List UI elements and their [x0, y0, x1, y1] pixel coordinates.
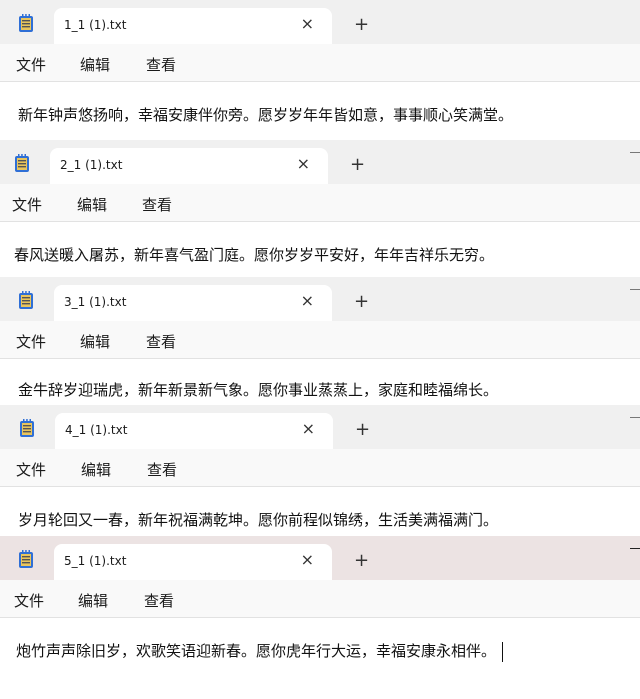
menu-edit[interactable]: 编辑 [80, 54, 110, 75]
notepad-icon [18, 291, 34, 309]
new-tab-plus-icon[interactable]: + [350, 154, 365, 176]
text-caret [502, 641, 504, 662]
tab-active[interactable]: 3_1 (1).txt × [54, 285, 332, 321]
menu-view[interactable]: 查看 [146, 331, 176, 352]
title-bar: 2_1 (1).txt × + [0, 140, 640, 184]
text-editor[interactable]: 新年钟声悠扬响，幸福安康伴你旁。愿岁岁年年皆如意，事事顺心笑满堂。 [0, 82, 640, 140]
menu-edit[interactable]: 编辑 [77, 194, 107, 215]
tab-active[interactable]: 1_1 (1).txt × [54, 8, 332, 44]
menu-file[interactable]: 文件 [14, 590, 44, 611]
new-tab-plus-icon[interactable]: + [354, 291, 369, 313]
menu-edit[interactable]: 编辑 [80, 331, 110, 352]
tab-title: 3_1 (1).txt [64, 295, 127, 309]
notepad-icon [18, 550, 34, 568]
menu-bar: 文件 编辑 查看 [0, 184, 640, 222]
menu-bar: 文件 编辑 查看 [0, 449, 640, 487]
notepad-window-1: 1_1 (1).txt × + 文件 编辑 查看 新年钟声悠扬响，幸福安康伴你旁… [0, 0, 640, 140]
editor-content: 岁月轮回又一春，新年祝福满乾坤。愿你前程似锦绣，生活美满福满门。 [18, 511, 499, 529]
tab-title: 4_1 (1).txt [65, 423, 128, 437]
tab-title: 2_1 (1).txt [60, 158, 123, 172]
text-editor[interactable]: 金牛辞岁迎瑞虎，新年新景新气象。愿你事业蒸蒸上，家庭和睦福绵长。 [0, 359, 640, 405]
notepad-icon [19, 419, 35, 437]
menu-view[interactable]: 查看 [146, 54, 176, 75]
menu-file[interactable]: 文件 [16, 459, 46, 480]
tab-title: 1_1 (1).txt [64, 18, 127, 32]
window-edge [630, 417, 640, 418]
title-bar: 3_1 (1).txt × + [0, 277, 640, 321]
close-icon[interactable]: × [301, 12, 314, 36]
window-edge [630, 152, 640, 153]
editor-content: 金牛辞岁迎瑞虎，新年新景新气象。愿你事业蒸蒸上，家庭和睦福绵长。 [18, 381, 499, 399]
tab-active[interactable]: 2_1 (1).txt × [50, 148, 328, 184]
title-bar: 1_1 (1).txt × + [0, 0, 640, 44]
menu-file[interactable]: 文件 [12, 194, 42, 215]
title-bar: 4_1 (1).txt × + [0, 405, 640, 449]
close-icon[interactable]: × [302, 417, 315, 441]
notepad-icon [14, 154, 30, 172]
notepad-icon [18, 14, 34, 32]
text-editor[interactable]: 炮竹声声除旧岁，欢歌笑语迎新春。愿你虎年行大运，幸福安康永相伴。 [0, 618, 640, 699]
new-tab-plus-icon[interactable]: + [355, 419, 370, 441]
tab-title: 5_1 (1).txt [64, 554, 127, 568]
menu-view[interactable]: 查看 [144, 590, 174, 611]
menu-view[interactable]: 查看 [142, 194, 172, 215]
window-edge [630, 548, 640, 549]
text-editor[interactable]: 岁月轮回又一春，新年祝福满乾坤。愿你前程似锦绣，生活美满福满门。 [0, 487, 640, 536]
close-icon[interactable]: × [297, 152, 310, 176]
notepad-window-4: 4_1 (1).txt × + 文件 编辑 查看 岁月轮回又一春，新年祝福满乾坤… [0, 405, 640, 536]
menu-file[interactable]: 文件 [16, 331, 46, 352]
text-editor[interactable]: 春风送暖入屠苏，新年喜气盈门庭。愿你岁岁平安好，年年吉祥乐无穷。 [0, 222, 640, 277]
menu-file[interactable]: 文件 [16, 54, 46, 75]
notepad-window-2: 2_1 (1).txt × + 文件 编辑 查看 春风送暖入屠苏，新年喜气盈门庭… [0, 140, 640, 277]
notepad-window-3: 3_1 (1).txt × + 文件 编辑 查看 金牛辞岁迎瑞虎，新年新景新气象… [0, 277, 640, 405]
window-edge [630, 289, 640, 290]
editor-content: 炮竹声声除旧岁，欢歌笑语迎新春。愿你虎年行大运，幸福安康永相伴。 [16, 640, 504, 662]
tab-active[interactable]: 4_1 (1).txt × [55, 413, 333, 449]
menu-view[interactable]: 查看 [147, 459, 177, 480]
notepad-window-5: 5_1 (1).txt × + 文件 编辑 查看 炮竹声声除旧岁，欢歌笑语迎新春… [0, 536, 640, 699]
menu-bar: 文件 编辑 查看 [0, 321, 640, 359]
menu-edit[interactable]: 编辑 [78, 590, 108, 611]
new-tab-plus-icon[interactable]: + [354, 550, 369, 572]
editor-content: 新年钟声悠扬响，幸福安康伴你旁。愿岁岁年年皆如意，事事顺心笑满堂。 [18, 106, 514, 124]
close-icon[interactable]: × [301, 289, 314, 313]
close-icon[interactable]: × [301, 548, 314, 572]
editor-content: 春风送暖入屠苏，新年喜气盈门庭。愿你岁岁平安好，年年吉祥乐无穷。 [14, 246, 495, 264]
title-bar: 5_1 (1).txt × + [0, 536, 640, 580]
new-tab-plus-icon[interactable]: + [354, 14, 369, 36]
editor-text-line: 炮竹声声除旧岁，欢歌笑语迎新春。愿你虎年行大运，幸福安康永相伴。 [16, 642, 497, 660]
menu-edit[interactable]: 编辑 [81, 459, 111, 480]
menu-bar: 文件 编辑 查看 [0, 44, 640, 82]
menu-bar: 文件 编辑 查看 [0, 580, 640, 618]
tab-active[interactable]: 5_1 (1).txt × [54, 544, 332, 580]
